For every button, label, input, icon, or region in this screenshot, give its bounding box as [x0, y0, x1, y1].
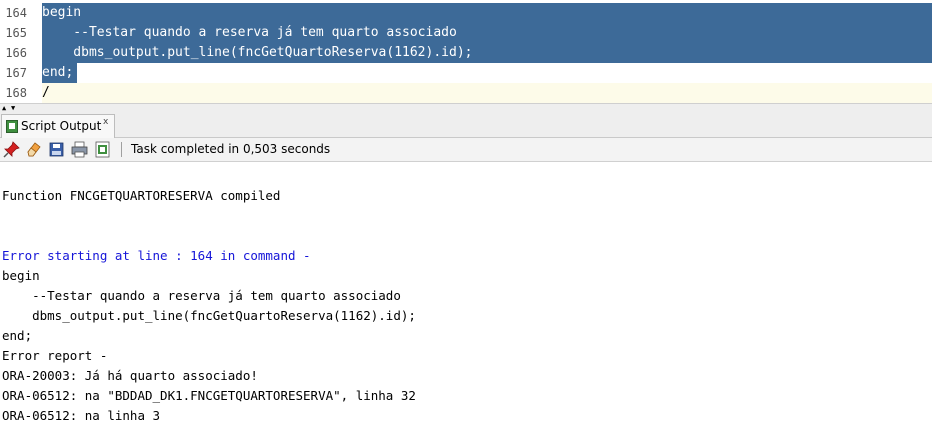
output-report-line: Error report -	[2, 348, 108, 363]
output-tab-bar: Script Output x	[0, 112, 932, 138]
collapse-down-icon[interactable]: ▼	[11, 105, 15, 112]
output-report-line: ORA-06512: na linha 3	[2, 408, 161, 423]
line-number: 168	[5, 86, 27, 100]
output-error-header: Error starting at line : 164 in command …	[2, 248, 311, 263]
output-toolbar: Task completed in 0,503 seconds	[0, 138, 932, 162]
line-number: 167	[5, 66, 27, 80]
open-file-icon[interactable]	[94, 141, 111, 158]
output-report-line: ORA-06512: na "BDDAD_DK1.FNCGETQUARTORES…	[2, 388, 416, 403]
output-echo-line: begin	[2, 268, 40, 283]
pin-icon[interactable]	[3, 141, 20, 158]
code-line-selected[interactable]: --Testar quando a reserva já tem quarto …	[42, 23, 932, 43]
output-echo-line: end;	[2, 328, 33, 343]
eraser-icon[interactable]	[25, 141, 42, 158]
code-line-selected[interactable]: begin	[42, 3, 932, 23]
output-echo-line: --Testar quando a reserva já tem quarto …	[2, 288, 401, 303]
print-icon[interactable]	[71, 141, 88, 158]
line-number: 166	[5, 46, 27, 60]
script-output-icon	[6, 120, 18, 133]
line-number-gutter: 164 165 166 167 168	[0, 0, 28, 103]
code-line[interactable]: /	[42, 83, 932, 103]
output-compiled-line: Function FNCGETQUARTORESERVA compiled	[2, 188, 281, 203]
output-echo-line: dbms_output.put_line(fncGetQuartoReserva…	[2, 308, 416, 323]
toolbar-separator	[121, 142, 122, 157]
code-editor[interactable]: 164 165 166 167 168 − begin --Testar qua…	[0, 0, 932, 103]
fold-margin: −	[28, 0, 68, 103]
panel-splitter[interactable]: ▲ ▼	[0, 103, 932, 112]
save-icon[interactable]	[48, 141, 65, 158]
script-output-panel[interactable]: Function FNCGETQUARTORESERVA compiled Er…	[0, 162, 932, 446]
line-number: 164	[5, 6, 27, 20]
code-line-selected[interactable]: end;	[42, 63, 932, 83]
task-status-text: Task completed in 0,503 seconds	[131, 142, 331, 156]
close-tab-icon[interactable]: x	[103, 117, 108, 127]
tab-label: Script Output	[21, 119, 102, 133]
line-number: 165	[5, 26, 27, 40]
tab-script-output[interactable]: Script Output x	[1, 114, 115, 138]
collapse-up-icon[interactable]: ▲	[2, 105, 6, 112]
output-report-line: ORA-20003: Já há quarto associado!	[2, 368, 258, 383]
code-line-selected[interactable]: dbms_output.put_line(fncGetQuartoReserva…	[42, 43, 932, 63]
